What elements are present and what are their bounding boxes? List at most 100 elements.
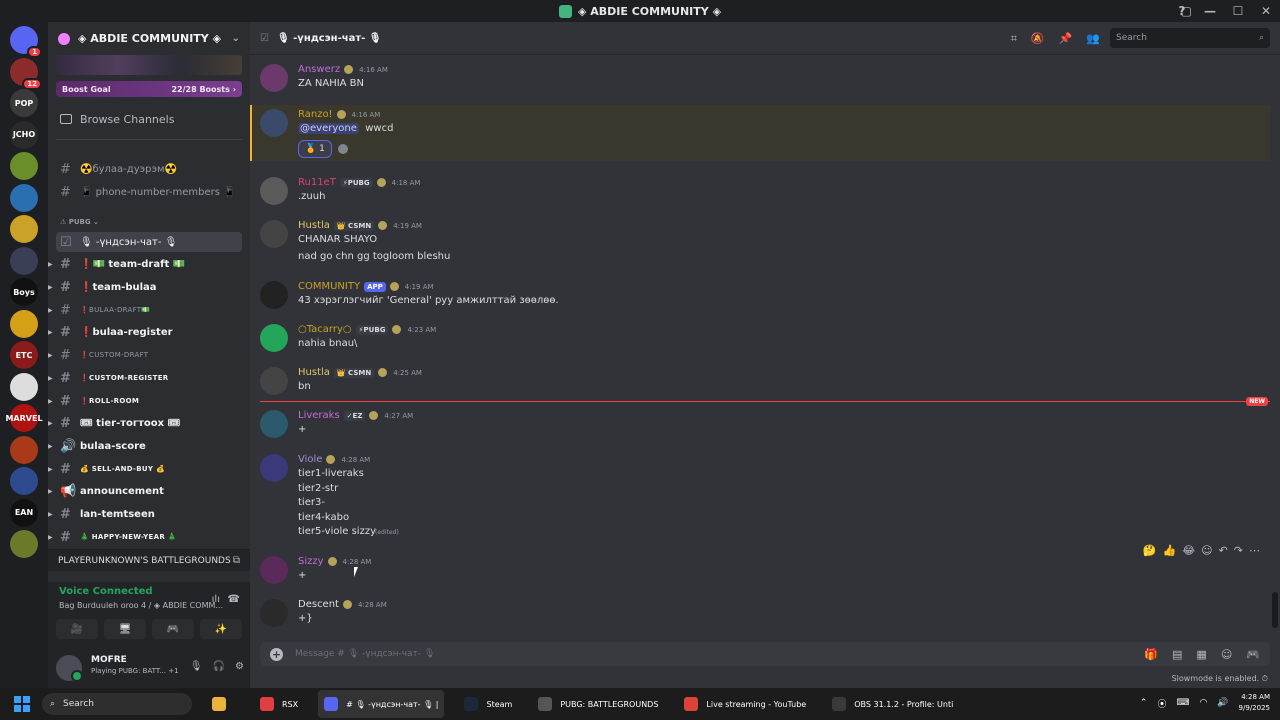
voice-channel[interactable]: Bag Burduuleh oroo 4 / ◈ ABDIE COMM... (59, 601, 229, 610)
screen-share-button[interactable]: 🖥 (104, 619, 146, 639)
author-name[interactable]: Descent (298, 599, 339, 610)
author-name[interactable]: Ranzo! (298, 109, 333, 120)
now-playing-bar[interactable]: PLAYERUNKNOWN'S BATTLEGROUNDS ⧉ (48, 549, 250, 571)
add-reaction-icon[interactable] (338, 144, 348, 154)
server-icon[interactable]: Boys (10, 278, 38, 306)
gif-icon[interactable]: ▤ (1172, 648, 1182, 661)
avatar[interactable] (260, 410, 288, 438)
pin-icon[interactable]: 📌 (1059, 32, 1073, 46)
forward-icon[interactable]: ↷ (1234, 544, 1243, 557)
server-icon[interactable] (10, 309, 38, 338)
taskbar-app[interactable]: RSX (254, 690, 304, 718)
server-icon[interactable] (10, 530, 38, 558)
channel-item[interactable]: ▶ # ❗ROLL-ROOM (48, 391, 242, 411)
author-name[interactable]: Hustla (298, 220, 330, 231)
channel-item[interactable]: ▶ # ❗CUSTOM-DRAFT (48, 345, 242, 365)
boost-goal-bar[interactable]: Boost Goal 22/28 Boosts › (56, 81, 242, 97)
soundboard-button[interactable]: ✨ (200, 619, 242, 639)
author-name[interactable]: ○Tacarry○ (298, 324, 352, 335)
server-icon[interactable] (10, 152, 38, 180)
reaction-icon[interactable]: 😂 (1182, 544, 1195, 557)
activity-icon[interactable]: ⧉ (233, 555, 240, 566)
disconnect-icon[interactable]: ☎ (228, 594, 240, 605)
taskbar-app[interactable]: # 🎙 -үндсэн-чат- 🎙 | (318, 690, 445, 718)
expand-arrow-icon[interactable]: ▶ (48, 284, 53, 291)
server-icon[interactable] (10, 435, 38, 464)
taskbar-app[interactable]: PUBG: BATTLEGROUNDS (532, 690, 664, 718)
channel-item[interactable]: ☑ 🎙 -үндсэн-чат- 🎙 (56, 232, 242, 252)
attach-icon[interactable]: + (270, 647, 283, 661)
close-button[interactable]: ✕ (1252, 4, 1280, 18)
taskbar-app[interactable]: Steam (458, 690, 518, 718)
channel-item[interactable]: ▶ 🔊 bulaa-score (48, 436, 242, 456)
members-icon[interactable]: 👥 (1086, 32, 1100, 46)
everyone-mention[interactable]: @everyone (298, 123, 359, 134)
avatar[interactable] (260, 324, 288, 352)
taskbar-app[interactable]: Live streaming - YouTube (678, 690, 812, 718)
server-icon[interactable]: ETC (10, 341, 38, 369)
maximize-button[interactable]: ☐ (1224, 4, 1252, 18)
avatar[interactable] (260, 64, 288, 92)
author-name[interactable]: Viole (298, 454, 322, 465)
expand-arrow-icon[interactable]: ▶ (48, 443, 53, 450)
activity-button[interactable]: 🎮 (152, 619, 194, 639)
channel-item[interactable]: # 📱 phone-number-members 📱 (56, 182, 242, 202)
author-name[interactable]: Sizzy (298, 556, 324, 567)
avatar[interactable] (260, 220, 288, 248)
expand-arrow-icon[interactable]: ▶ (48, 488, 53, 495)
notification-icon[interactable]: 🔕 (1031, 32, 1045, 46)
expand-arrow-icon[interactable]: ▶ (48, 261, 53, 268)
server-icon[interactable]: 12 (10, 57, 42, 90)
add-reaction-icon[interactable]: ☺ (1201, 544, 1212, 557)
username[interactable]: MOFRE (91, 655, 127, 665)
apps-icon[interactable]: 🎮 (1246, 648, 1260, 661)
avatar[interactable] (260, 177, 288, 205)
expand-arrow-icon[interactable]: ▶ (48, 307, 53, 314)
taskbar-app[interactable]: OBS 31.1.2 - Profile: Unti (826, 690, 959, 718)
voice-status[interactable]: Voice Connected (59, 586, 153, 597)
server-icon[interactable] (10, 215, 38, 243)
server-icon[interactable] (10, 246, 38, 275)
guild-header[interactable]: ◈ ABDIE COMMUNITY ◈ ⌄ (48, 22, 250, 55)
wifi-icon[interactable]: ◠ (1199, 698, 1207, 708)
expand-arrow-icon[interactable]: ▶ (48, 398, 53, 405)
reaction-icon[interactable]: 👍 (1163, 544, 1177, 557)
server-icon[interactable] (10, 183, 38, 212)
message-composer[interactable]: + Message # 🎙 -үндсэн-чат- 🎙 🎁 ▤ ▦ ☺ 🎮 (260, 642, 1270, 666)
clock[interactable]: 4:28 AM 9/9/2025 (1239, 692, 1270, 714)
start-button[interactable] (14, 696, 30, 712)
channel-item[interactable]: ▶ # ❗BULAA-DRAFT💵 (48, 300, 242, 320)
microphone-icon[interactable]: 🎙 (190, 661, 203, 672)
author-name[interactable]: Ru11eT (298, 177, 336, 188)
author-name[interactable]: COMMUNITY (298, 281, 360, 292)
browse-channels[interactable]: Browse Channels (56, 107, 242, 131)
more-icon[interactable]: ⋯ (1249, 544, 1260, 557)
expand-arrow-icon[interactable]: ▶ (48, 352, 53, 359)
emoji-icon[interactable]: ☺ (1221, 648, 1232, 661)
server-icon[interactable] (10, 467, 38, 495)
headphones-icon[interactable]: 🎧 (213, 661, 225, 672)
author-name[interactable]: Liveraks (298, 410, 340, 421)
expand-arrow-icon[interactable]: ▶ (48, 466, 53, 473)
channel-item[interactable]: ▶ # ❗CUSTOM-REGISTER (48, 368, 242, 388)
sticker-icon[interactable]: ▦ (1196, 648, 1206, 661)
keyboard-icon[interactable]: ⌨ (1176, 698, 1189, 708)
file-explorer-icon[interactable] (206, 690, 240, 718)
channel-item[interactable]: ▶ # 🎟 tier-тогтоох 🎟 (48, 413, 242, 433)
speaker-icon[interactable]: 🔊 (1217, 698, 1228, 708)
server-icon[interactable]: 1 (10, 26, 42, 58)
channel-item[interactable]: ▶ # lan-temtseen (48, 504, 242, 524)
avatar[interactable] (56, 655, 83, 682)
avatar[interactable] (260, 556, 288, 584)
minimize-button[interactable]: — (1196, 4, 1224, 18)
category-pubg[interactable]: ⚠ PUBG ⌄ (60, 218, 99, 226)
expand-arrow-icon[interactable]: ▶ (48, 534, 53, 541)
channel-item[interactable]: ▶ # ❗team-bulaa (48, 277, 242, 297)
avatar[interactable] (260, 281, 288, 309)
expand-arrow-icon[interactable]: ▶ (48, 420, 53, 427)
server-icon[interactable]: POP (10, 89, 38, 117)
reaction-icon[interactable]: 🤔 (1143, 544, 1157, 557)
channel-item[interactable]: ▶ # ❗💵 team-draft 💵 (48, 254, 242, 274)
noise-suppression-icon[interactable]: ılı (212, 594, 220, 605)
gear-icon[interactable]: ⚙ (235, 661, 244, 672)
